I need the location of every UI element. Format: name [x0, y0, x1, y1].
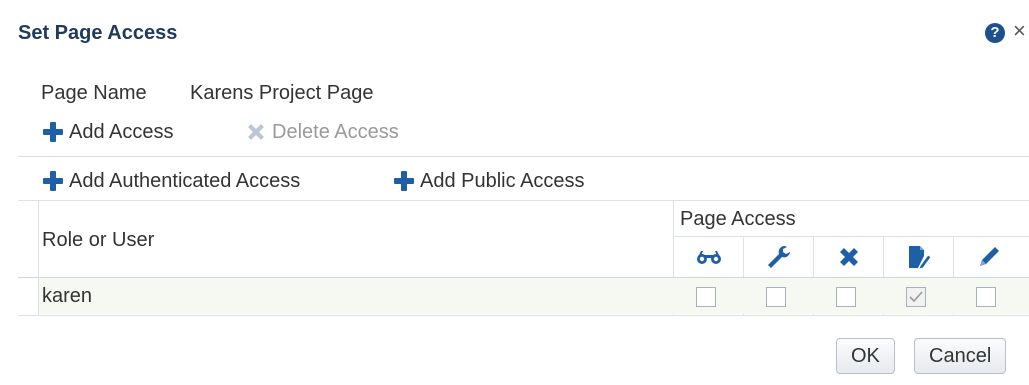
page-access-header: Page Access	[680, 208, 796, 230]
page-name-label: Page Name	[41, 82, 147, 104]
row-selector-gutter	[18, 201, 39, 315]
table-row[interactable]: karen	[39, 278, 1029, 314]
add-authenticated-access-button[interactable]: Add Authenticated Access	[41, 169, 300, 193]
edit-icon[interactable]	[954, 238, 1024, 276]
role-or-user-header[interactable]: Role or User	[42, 229, 154, 252]
close-icon[interactable]: ×	[1013, 19, 1029, 43]
view-icon[interactable]	[674, 238, 744, 276]
add-public-access-button[interactable]: Add Public Access	[392, 169, 585, 193]
plus-icon	[43, 122, 63, 142]
user-name: karen	[42, 285, 93, 307]
page-access-header-divider	[673, 236, 1029, 237]
customize-permission-checkbox[interactable]	[766, 287, 786, 307]
cancel-button[interactable]: Cancel	[914, 338, 1007, 374]
delete-icon[interactable]	[814, 238, 884, 276]
plus-icon	[394, 171, 414, 191]
toolbar-divider	[18, 156, 1029, 157]
delete-access-label: Delete Access	[272, 120, 399, 143]
page-name-value: Karens Project Page	[190, 82, 374, 104]
add-public-access-label: Add Public Access	[420, 169, 585, 192]
add-authenticated-access-label: Add Authenticated Access	[69, 169, 301, 192]
dialog-title: Set Page Access	[18, 22, 178, 44]
plus-icon	[43, 171, 63, 191]
edit-permission-checkbox[interactable]	[976, 287, 996, 307]
delete-x-icon	[248, 124, 264, 140]
edit-page-permission-checkbox[interactable]	[906, 287, 926, 307]
view-permission-checkbox[interactable]	[696, 287, 716, 307]
add-access-label: Add Access	[69, 120, 174, 143]
ok-button[interactable]: OK	[836, 338, 895, 374]
checkmark-icon	[909, 291, 923, 303]
delete-access-button[interactable]: Delete Access	[244, 120, 399, 144]
edit-page-icon[interactable]	[884, 238, 954, 276]
help-icon[interactable]: ?	[985, 23, 1005, 43]
delete-permission-checkbox[interactable]	[836, 287, 856, 307]
access-table: Role or User Page Access karen	[18, 200, 1029, 316]
add-access-button[interactable]: Add Access	[41, 120, 174, 144]
set-page-access-dialog: Set Page Access ? × Page Name Karens Pro…	[0, 0, 1029, 385]
customize-icon[interactable]	[744, 238, 814, 276]
